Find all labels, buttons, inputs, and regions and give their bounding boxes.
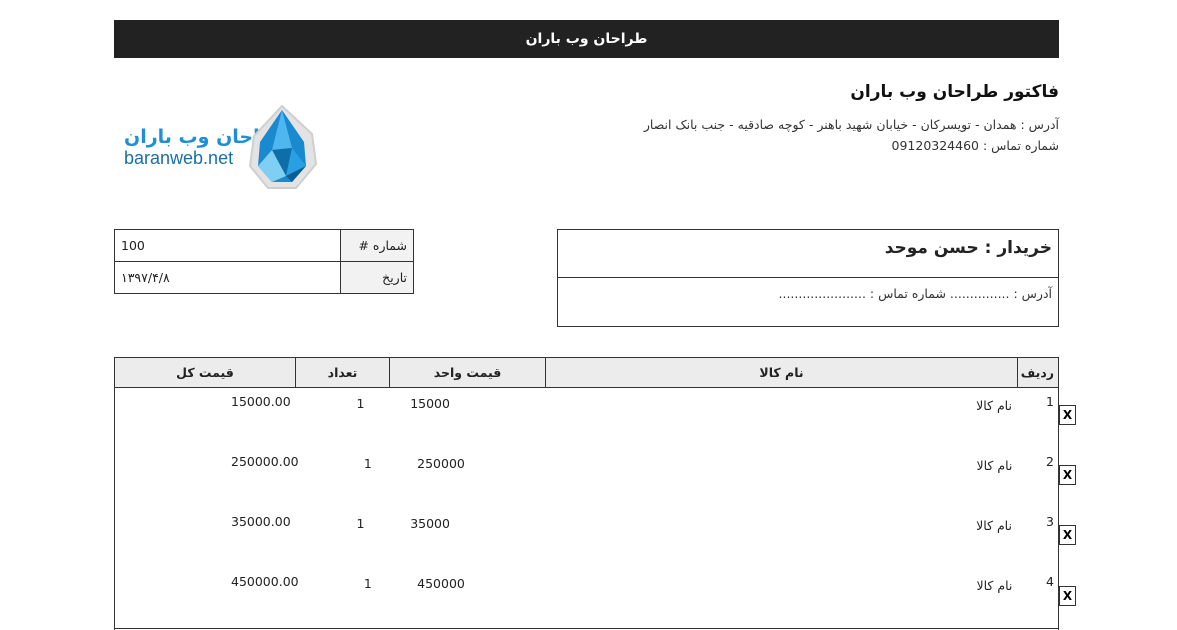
delete-row-button[interactable]: X — [1059, 525, 1076, 545]
company-logo: طراحان وب باران baranweb.net — [120, 104, 320, 196]
page-header-bar: طراحان وب باران — [114, 20, 1059, 58]
row-radif: 3 — [1046, 514, 1054, 529]
page-header-title: طراحان وب باران — [525, 31, 648, 47]
row-qty[interactable]: 1 — [315, 388, 407, 448]
row-item-name[interactable]: نام کالا — [564, 448, 1019, 508]
logo-text-en: baranweb.net — [124, 148, 234, 168]
row-qty[interactable]: 1 — [323, 568, 414, 628]
column-header-unit-price: قیمت واحد — [389, 358, 545, 387]
column-header-name: نام کالا — [545, 358, 1017, 387]
row-total: 15000.00 — [231, 394, 291, 409]
table-row: 3 نام کالا 35000 1 35000.00 — [115, 508, 1058, 568]
row-radif: 1 — [1046, 394, 1054, 409]
delete-row-button[interactable]: X — [1059, 465, 1076, 485]
row-item-name[interactable]: نام کالا — [558, 508, 1018, 568]
table-row: 2 نام کالا 250000 1 250000.00 — [115, 448, 1058, 508]
invoice-number-value: 100 — [114, 229, 341, 262]
row-total: 250000.00 — [231, 454, 299, 469]
buyer-address: آدرس : ............... شماره تماس : ....… — [778, 286, 1052, 301]
row-unit-price[interactable]: 35000 — [406, 508, 558, 568]
items-table-header: ردیف نام کالا قیمت واحد تعداد قیمت کل — [115, 358, 1058, 388]
row-radif: 2 — [1046, 454, 1054, 469]
row-unit-price[interactable]: 250000 — [413, 448, 563, 508]
seller-address: آدرس : همدان - تویسرکان - خیابان شهید با… — [643, 117, 1059, 132]
seller-info: فاکتور طراحان وب باران آدرس : همدان - تو… — [539, 82, 1059, 156]
invoice-number-label: شماره # — [340, 229, 414, 262]
buyer-name: خریدار : حسن موحد — [558, 230, 1058, 278]
table-row: 1 نام کالا 15000 1 15000.00 — [115, 388, 1058, 448]
row-qty[interactable]: 1 — [323, 448, 414, 508]
water-drop-icon — [248, 104, 318, 189]
invoice-meta-table: شماره # 100 تاریخ ۱۳۹۷/۴/۸ — [114, 229, 414, 294]
column-header-total: قیمت کل — [176, 365, 234, 380]
row-item-name[interactable]: نام کالا — [564, 568, 1019, 628]
invoice-date-value: ۱۳۹۷/۴/۸ — [114, 261, 341, 294]
column-header-qty: تعداد — [295, 358, 389, 387]
items-table: ردیف نام کالا قیمت واحد تعداد قیمت کل 1 … — [114, 357, 1059, 630]
row-unit-price[interactable]: 450000 — [413, 568, 563, 628]
delete-row-button[interactable]: X — [1059, 405, 1076, 425]
invoice-date-label: تاریخ — [340, 261, 414, 294]
row-total: 450000.00 — [231, 574, 299, 589]
seller-phone: شماره تماس : 09120324460 — [891, 138, 1059, 153]
invoice-title: فاکتور طراحان وب باران — [850, 82, 1059, 102]
invoice-number-row: شماره # 100 — [114, 229, 414, 262]
row-unit-price[interactable]: 15000 — [406, 388, 558, 448]
row-item-name[interactable]: نام کالا — [558, 388, 1018, 448]
row-total: 35000.00 — [231, 514, 291, 529]
column-header-radif: ردیف — [1017, 358, 1058, 387]
row-qty[interactable]: 1 — [315, 508, 407, 568]
buyer-box: خریدار : حسن موحد آدرس : ...............… — [557, 229, 1059, 327]
row-radif: 4 — [1046, 574, 1054, 589]
table-row: 4 نام کالا 450000 1 450000.00 — [115, 568, 1058, 628]
invoice-date-row: تاریخ ۱۳۹۷/۴/۸ — [114, 261, 414, 294]
delete-row-button[interactable]: X — [1059, 586, 1076, 606]
table-bottom-divider — [114, 628, 1059, 629]
